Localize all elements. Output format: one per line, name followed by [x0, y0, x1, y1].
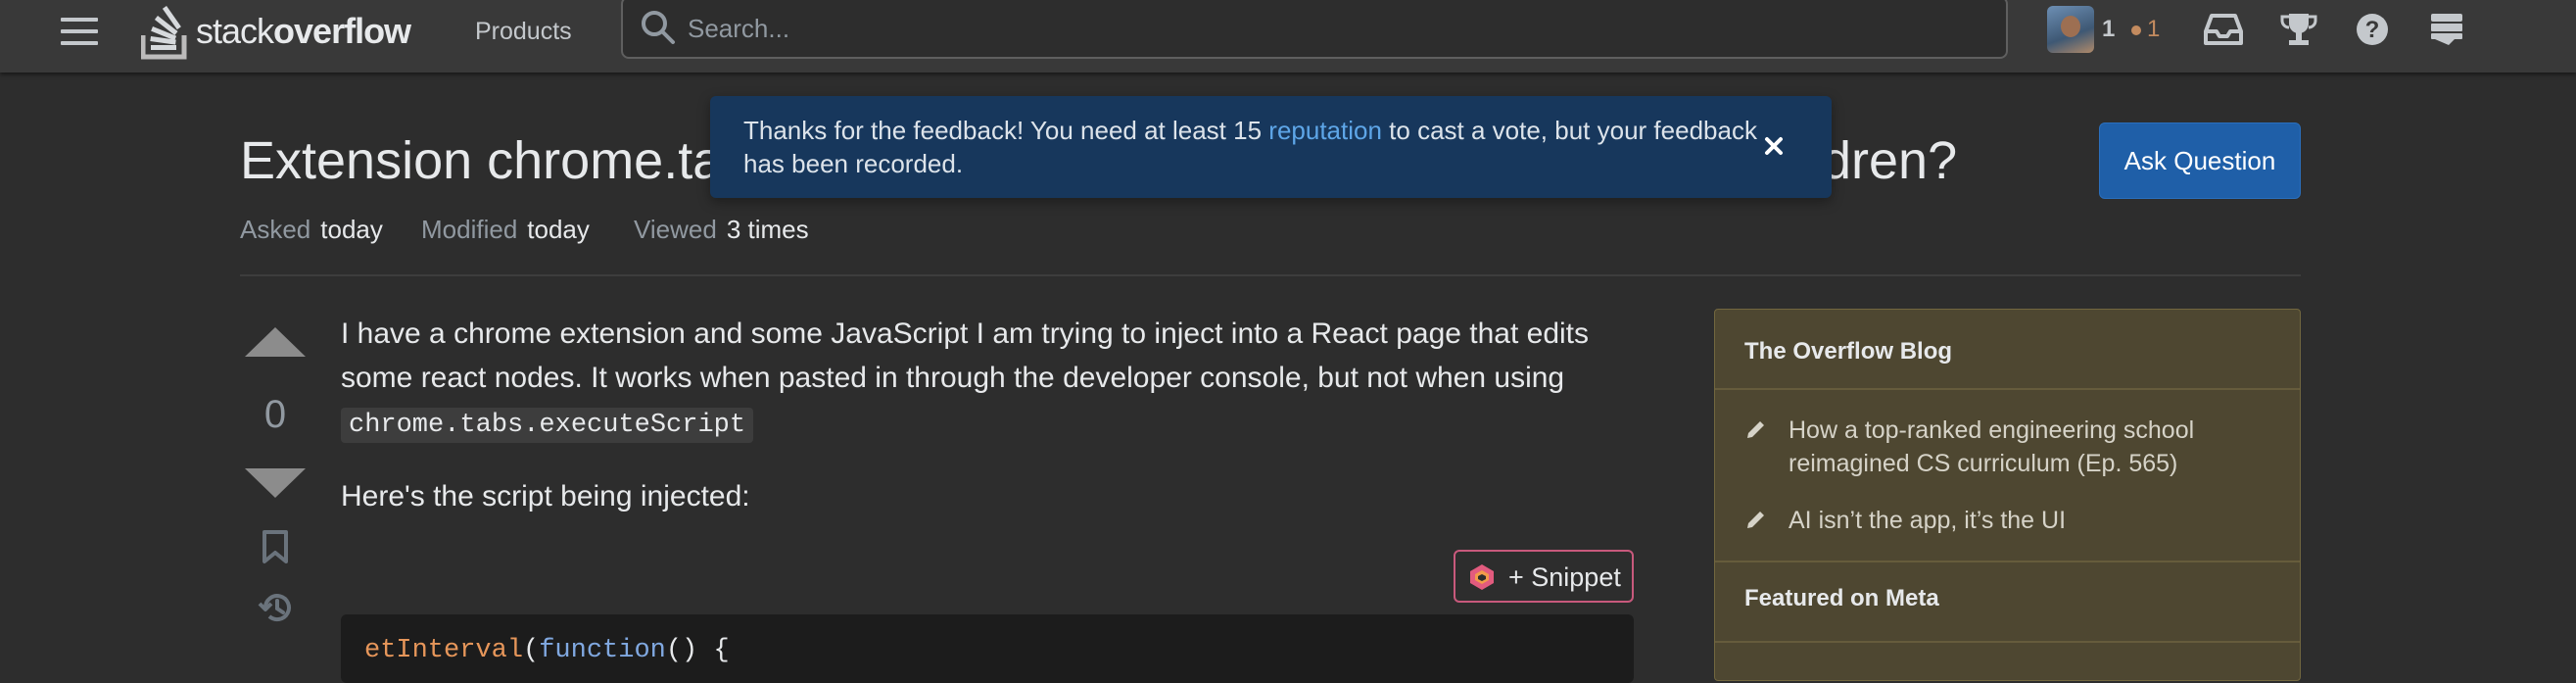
history-icon[interactable] [258, 590, 295, 625]
feedback-toast: Thanks for the feedback! You need at lea… [710, 96, 1832, 198]
code-rest: () { [665, 636, 730, 665]
search-icon [642, 11, 675, 44]
code-block: etInterval(function() { [341, 614, 1634, 683]
snippet-icon [1470, 564, 1494, 590]
trophy-icon[interactable] [2277, 10, 2320, 49]
downvote-icon[interactable] [243, 466, 308, 500]
bookmark-icon[interactable] [261, 529, 290, 564]
code-function-name: etInterval [364, 636, 524, 665]
bronze-badge-icon [2131, 25, 2141, 35]
blog-heading: The Overflow Blog [1744, 338, 1953, 365]
stackexchange-icon[interactable] [2425, 10, 2468, 49]
overflow-blog-sidebar: The Overflow Blog How a top-ranked engin… [1714, 309, 2301, 681]
question-title[interactable]: Extension chrome.tab [240, 127, 751, 194]
asked-meta: Asked today [240, 214, 383, 245]
snippet-button[interactable]: + Snippet [1454, 550, 1634, 603]
bronze-badge-count: 1 [2147, 16, 2161, 42]
blog-item-link[interactable]: AI isn’t the app, it’s the UI [1789, 504, 2259, 537]
reputation-count: 1 [2102, 16, 2116, 42]
asked-value: today [320, 215, 383, 244]
modified-meta: Modified today [421, 214, 590, 245]
meta-heading: Featured on Meta [1744, 585, 1939, 611]
user-avatar[interactable] [2047, 6, 2094, 53]
modified-value[interactable]: today [527, 215, 590, 244]
ask-question-button[interactable]: Ask Question [2099, 122, 2301, 199]
products-menu[interactable]: Products [475, 14, 572, 49]
pencil-icon [1747, 512, 1764, 528]
body-text: I have a chrome extension and some JavaS… [341, 317, 1590, 394]
hamburger-icon[interactable] [61, 18, 98, 45]
site-logo-text[interactable]: stackoverflow [196, 8, 411, 55]
top-bar: stackoverflow Products 1 1 ? [0, 0, 2576, 73]
pencil-icon [1747, 421, 1764, 438]
blog-item: AI isn’t the app, it’s the UI [1744, 504, 2273, 539]
sidebar-separator [1715, 561, 2300, 562]
stackoverflow-logo-icon[interactable] [141, 2, 196, 61]
upvote-icon[interactable] [243, 325, 308, 359]
viewed-value: 3 times [726, 215, 809, 244]
code-paren: ( [523, 636, 540, 665]
blog-item: How a top-ranked engineering school reim… [1744, 414, 2273, 484]
question-paragraph: I have a chrome extension and some JavaS… [341, 312, 1644, 448]
reputation-link[interactable]: reputation [1268, 116, 1382, 145]
search-input[interactable] [686, 6, 1992, 51]
snippet-label: + Snippet [1508, 562, 1621, 592]
inbox-icon[interactable] [2202, 10, 2245, 49]
toast-text-before: Thanks for the feedback! You need at lea… [743, 116, 1269, 145]
question-body: I have a chrome extension and some JavaS… [341, 312, 1644, 448]
search-box[interactable] [621, 0, 2008, 59]
help-icon[interactable]: ? [2351, 10, 2394, 49]
close-icon[interactable] [1757, 129, 1790, 163]
viewed-label: Viewed [634, 215, 717, 244]
asked-label: Asked [240, 215, 311, 244]
logo-text-light: stack [196, 11, 274, 51]
viewed-meta: Viewed 3 times [634, 214, 809, 245]
header-divider [240, 274, 2301, 276]
sidebar-separator [1715, 388, 2300, 390]
svg-text:?: ? [2365, 17, 2380, 43]
question-title-end[interactable]: dren? [1822, 127, 1957, 194]
blog-item-link[interactable]: How a top-ranked engineering school reim… [1789, 414, 2259, 480]
modified-label: Modified [421, 215, 518, 244]
vote-count: 0 [263, 393, 287, 436]
question-paragraph-2: Here's the script being injected: [341, 480, 750, 512]
code-keyword: function [539, 636, 666, 665]
sidebar-separator [1715, 641, 2300, 643]
inline-code: chrome.tabs.executeScript [341, 408, 754, 443]
logo-text-bold: overflow [273, 11, 411, 51]
